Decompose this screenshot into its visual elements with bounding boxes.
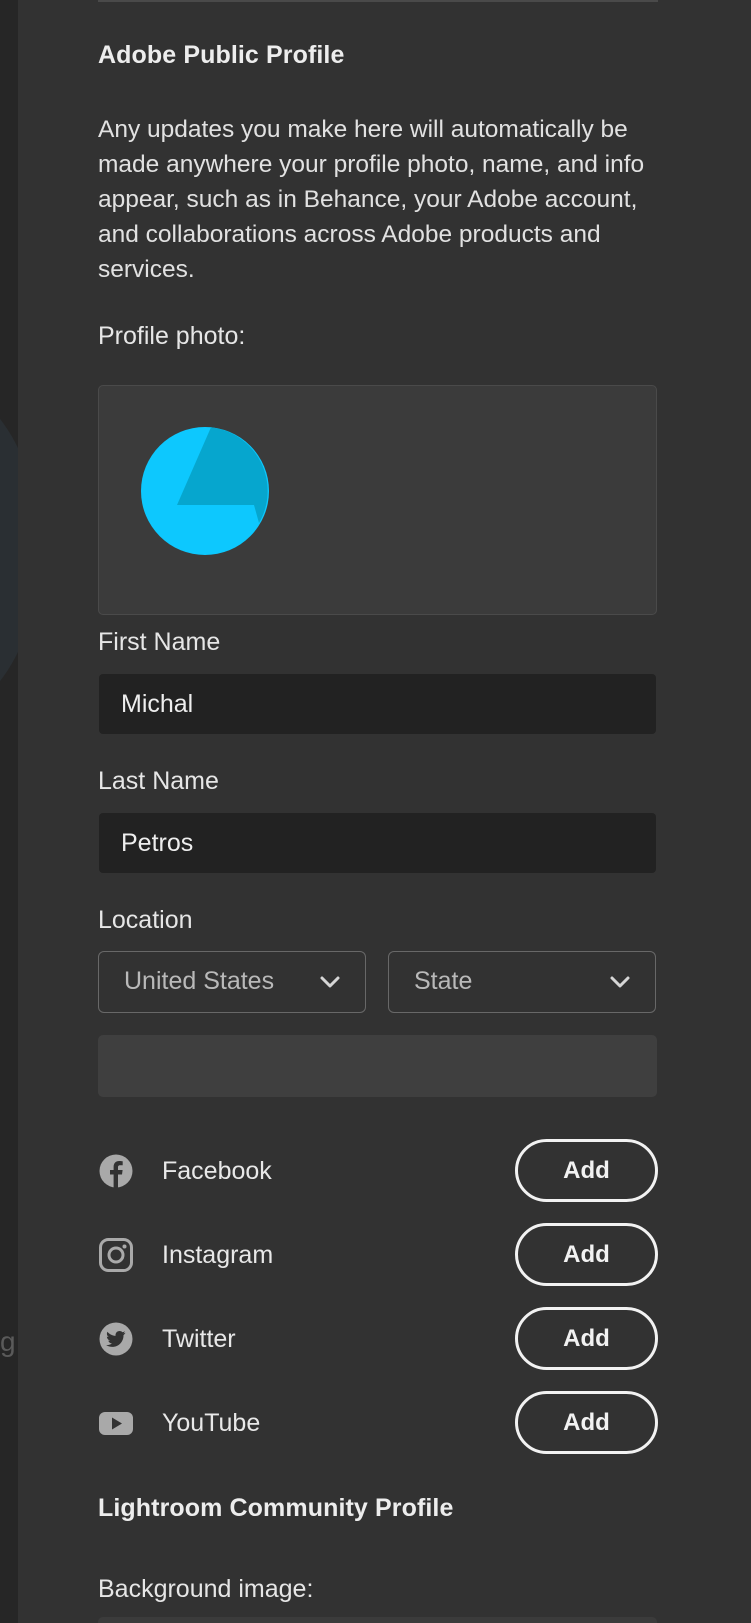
add-youtube-button[interactable]: Add [515, 1391, 658, 1454]
add-instagram-button[interactable]: Add [515, 1223, 658, 1286]
chevron-down-icon [320, 976, 340, 988]
instagram-icon [99, 1238, 133, 1272]
state-select[interactable]: State [388, 951, 656, 1013]
first-name-field[interactable]: Michal [99, 674, 656, 734]
section-heading-community-profile: Lightroom Community Profile [98, 1494, 454, 1522]
first-name-label: First Name [98, 628, 221, 656]
avatar-icon[interactable] [141, 427, 269, 555]
youtube-icon [99, 1412, 133, 1435]
last-name-field[interactable]: Petros [99, 813, 656, 873]
facebook-label: Facebook [162, 1157, 272, 1185]
top-divider [98, 0, 658, 2]
section-heading-public-profile: Adobe Public Profile [98, 41, 345, 69]
twitter-icon [99, 1322, 133, 1356]
background-text-fragment: g [0, 1326, 16, 1357]
profile-photo-dropzone[interactable] [98, 385, 657, 615]
youtube-label: YouTube [162, 1409, 261, 1437]
background-image-dropzone[interactable] [98, 1617, 657, 1623]
last-name-label: Last Name [98, 767, 219, 795]
public-profile-description: Any updates you make here will automatic… [98, 116, 645, 283]
app-window: g Adobe Public Profile Any updates you m… [0, 0, 751, 1623]
facebook-icon [99, 1154, 133, 1188]
background-image-label: Background image: [98, 1575, 314, 1603]
city-field[interactable] [98, 1035, 657, 1097]
country-select-value: United States [124, 967, 275, 995]
add-twitter-button[interactable]: Add [515, 1307, 658, 1370]
state-select-value: State [414, 967, 473, 995]
profile-photo-label: Profile photo: [98, 322, 246, 350]
chevron-down-icon [610, 976, 630, 988]
country-select[interactable]: United States [98, 951, 366, 1013]
twitter-label: Twitter [162, 1325, 236, 1353]
instagram-label: Instagram [162, 1241, 274, 1269]
add-facebook-button[interactable]: Add [515, 1139, 658, 1202]
location-label: Location [98, 906, 193, 934]
